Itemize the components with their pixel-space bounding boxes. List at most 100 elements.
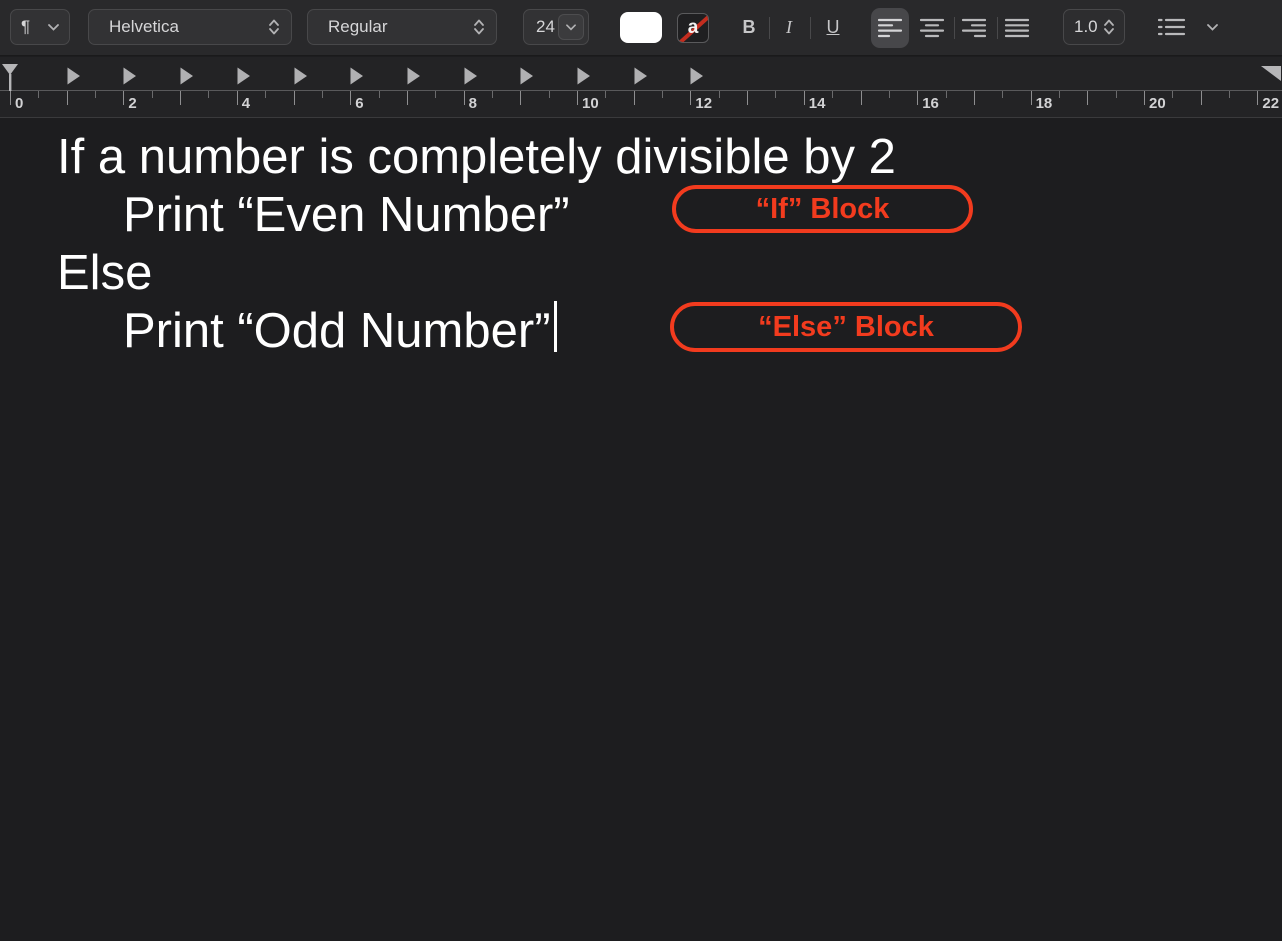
ruler-tick [322, 91, 323, 98]
ruler-tick [1002, 91, 1003, 98]
tab-stop-triangle-icon [464, 67, 478, 85]
tab-stop-marker[interactable] [577, 67, 591, 90]
document-canvas[interactable]: If a number is completely divisible by 2… [0, 118, 1282, 941]
format-toolbar: ¶ Helvetica Regular 24 a B I U [0, 0, 1282, 56]
tab-stop-marker[interactable] [67, 67, 81, 90]
ruler-tick [38, 91, 39, 98]
paragraph-style-dropdown[interactable]: ¶ [10, 9, 70, 45]
font-family-select[interactable]: Helvetica [88, 9, 292, 45]
pilcrow-icon: ¶ [21, 17, 30, 37]
ruler-tick [294, 91, 295, 105]
tab-stop-triangle-icon [180, 67, 194, 85]
align-justify-icon [1005, 18, 1029, 38]
font-style-value: Regular [328, 17, 388, 37]
ruler-tick [208, 91, 209, 98]
tab-stop-triangle-icon [407, 67, 421, 85]
align-left-button[interactable] [871, 8, 909, 48]
align-center-button[interactable] [913, 8, 951, 48]
chevron-down-icon [1207, 24, 1218, 31]
font-size-value: 24 [536, 17, 555, 37]
ruler-tick [917, 91, 918, 105]
tab-stop-marker[interactable] [634, 67, 648, 90]
tab-stop-marker[interactable] [294, 67, 308, 90]
underline-button[interactable]: U [820, 14, 846, 40]
ruler-tick [1257, 91, 1258, 105]
if-block-shape[interactable]: “If” Block [672, 185, 973, 233]
ruler-tick [634, 91, 635, 105]
left-indent-marker[interactable] [1, 63, 21, 91]
ruler-tick [492, 91, 493, 98]
ruler-number: 6 [355, 95, 363, 112]
ruler-tick [1031, 91, 1032, 105]
ruler-tick [719, 91, 720, 98]
line-spacing-value: 1.0 [1074, 17, 1098, 37]
ruler-tick [832, 91, 833, 98]
font-style-select[interactable]: Regular [307, 9, 497, 45]
tab-stop-marker[interactable] [180, 67, 194, 90]
ruler-tick [889, 91, 890, 98]
ruler-number: 20 [1149, 95, 1166, 112]
text-cursor [554, 301, 557, 352]
ruler-number: 12 [695, 95, 712, 112]
ruler-tick [662, 91, 663, 98]
ruler-tick [350, 91, 351, 105]
align-center-icon [920, 18, 944, 38]
align-left-icon [878, 18, 902, 38]
background-color-swatch[interactable]: a [677, 13, 709, 43]
ruler-tick [1059, 91, 1060, 98]
tab-stop-triangle-icon [237, 67, 251, 85]
tab-stop-marker[interactable] [407, 67, 421, 90]
align-justify-button[interactable] [998, 8, 1036, 48]
doc-line-4[interactable]: Print “Odd Number” [123, 302, 551, 360]
ruler-tick [946, 91, 947, 98]
tab-stop-marker[interactable] [237, 67, 251, 90]
tab-stop-triangle-icon [294, 67, 308, 85]
ruler-tick [1201, 91, 1202, 105]
ruler-tick [152, 91, 153, 98]
tab-stop-triangle-icon [520, 67, 534, 85]
ruler[interactable]: 0246810121416182022 [0, 57, 1282, 118]
ruler-tick [804, 91, 805, 105]
ruler-number: 8 [469, 95, 477, 112]
ruler-tick [1172, 91, 1173, 98]
ruler-tick [861, 91, 862, 105]
ruler-tick [265, 91, 266, 98]
chevron-up-down-icon [474, 19, 484, 35]
font-size-dropdown-button[interactable] [558, 14, 584, 40]
else-block-shape[interactable]: “Else” Block [670, 302, 1022, 352]
doc-line-3[interactable]: Else [57, 244, 152, 302]
italic-button[interactable]: I [777, 14, 801, 40]
ruler-tick [1144, 91, 1145, 105]
tab-stop-marker[interactable] [350, 67, 364, 90]
tab-stop-triangle-icon [577, 67, 591, 85]
ruler-tick [237, 91, 238, 105]
font-size-control[interactable]: 24 [523, 9, 589, 45]
align-right-icon [962, 18, 986, 38]
text-color-swatch[interactable] [620, 12, 662, 43]
chevron-down-icon [48, 24, 59, 31]
bold-button[interactable]: B [737, 14, 761, 40]
chevron-up-down-icon [1104, 19, 1114, 35]
list-style-dropdown[interactable] [1158, 9, 1218, 45]
tab-stop-triangle-icon [67, 67, 81, 85]
right-indent-marker[interactable] [1260, 65, 1282, 83]
ruler-number: 22 [1262, 95, 1279, 112]
tab-stop-marker[interactable] [520, 67, 534, 90]
bullet-list-icon [1158, 17, 1186, 37]
line-spacing-stepper[interactable]: 1.0 [1063, 9, 1125, 45]
tab-stop-marker[interactable] [123, 67, 137, 90]
doc-line-2[interactable]: Print “Even Number” [123, 186, 570, 244]
ruler-tick [435, 91, 436, 98]
ruler-tick [180, 91, 181, 105]
chevron-down-icon [566, 24, 576, 31]
tab-stop-triangle-icon [634, 67, 648, 85]
tab-stop-triangle-icon [123, 67, 137, 85]
ruler-tick [464, 91, 465, 105]
ruler-number: 10 [582, 95, 599, 112]
ruler-number: 14 [809, 95, 826, 112]
ruler-tick [549, 91, 550, 98]
tab-stop-marker[interactable] [464, 67, 478, 90]
align-right-button[interactable] [955, 8, 993, 48]
tab-stop-marker[interactable] [690, 67, 704, 90]
doc-line-1[interactable]: If a number is completely divisible by 2 [57, 128, 896, 186]
